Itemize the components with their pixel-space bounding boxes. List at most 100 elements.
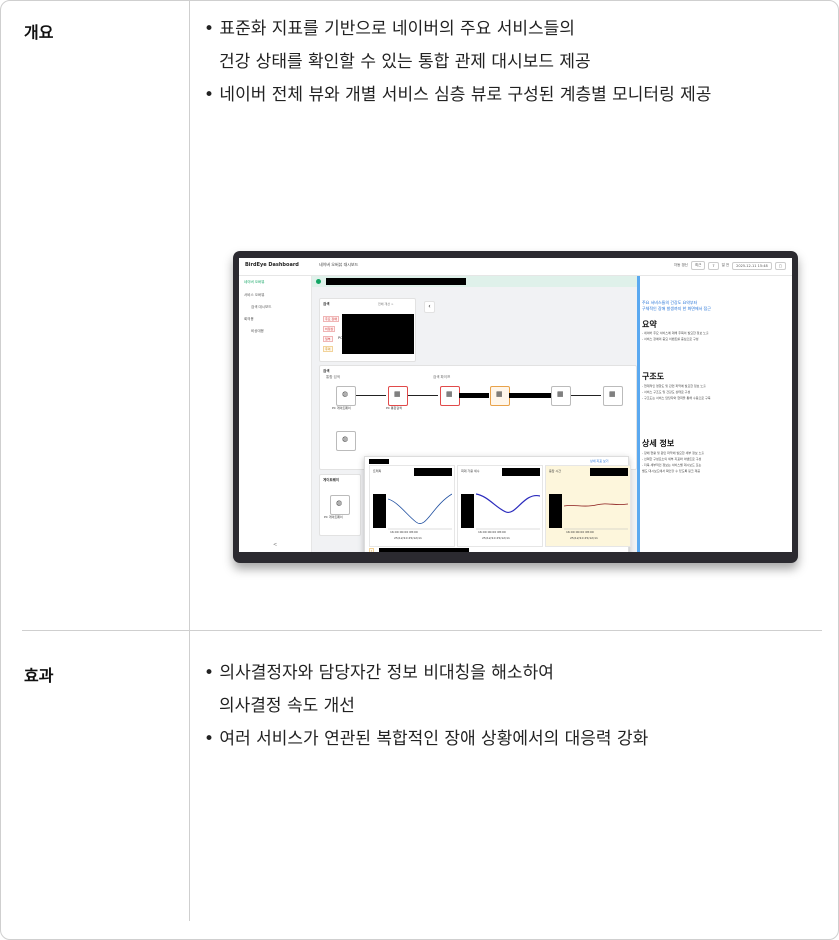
dashboard-screenshot: BirdEye Dashboard 네이버 오버뷰 대시보드 자동 갱신 최근 …	[233, 251, 798, 563]
row-divider	[22, 630, 822, 631]
back-arrow-icon: ‹	[424, 301, 435, 313]
search-card-title: 검색	[323, 302, 330, 306]
status-bar	[312, 276, 637, 287]
gateway-card-title: 게이트웨이	[323, 478, 340, 482]
tag-warning: 주의	[323, 346, 333, 352]
dashboard-screen: BirdEye Dashboard 네이버 오버뷰 대시보드 자동 갱신 최근 …	[239, 258, 792, 552]
flow-arrow	[408, 395, 438, 396]
globe-icon: ◍	[342, 390, 349, 398]
annotation-line: - 장애 현황 및 원인 파악에 필요한 세부 정보 노출	[642, 451, 705, 455]
popup-dates: 25/12/10 25/12/11	[482, 536, 510, 540]
redacted-block	[590, 468, 628, 476]
range-label: 최근	[690, 261, 706, 270]
annotation-line: - 구조도는 서비스 담당자와 협력을 통해 수동으로 구축	[642, 396, 711, 400]
sidebar-item-naver-overview: 네이버 오버뷰	[244, 280, 265, 284]
annotation-panel: 주요 서비스들의 건강도 요약부터 구체적인 장애 발생까지 한 화면에서 접근…	[637, 276, 792, 552]
range-value: 7	[708, 261, 719, 270]
tag-critical: 주요 장애	[323, 316, 339, 322]
effect-bullet-1-line-1: • 의사결정자와 담당자간 정보 비대칭을 해소하여	[204, 663, 554, 683]
node-pipeline-2: ▦	[490, 386, 510, 406]
grid-icon: ▦	[446, 390, 453, 398]
annotation-structure-title: 구조도	[642, 372, 665, 381]
redacted-block	[549, 494, 562, 528]
column-divider	[189, 0, 190, 921]
sidebar-item-search-dashboard: 검색 대시보드	[251, 305, 272, 309]
sidebar-item-emergency: 비상대응	[251, 329, 264, 333]
node-pc-search-label: PC 통합검색	[386, 406, 402, 410]
dashboard-topbar: BirdEye Dashboard 네이버 오버뷰 대시보드 자동 갱신 최근 …	[239, 258, 792, 276]
auto-refresh-toggle: 자동 갱신	[673, 263, 688, 267]
flow-arrow	[356, 395, 386, 396]
redacted-block	[373, 494, 386, 528]
node-pipeline-3: ▦	[551, 386, 571, 406]
overview-bullets: • 표준화 지표를 기반으로 네이버의 주요 서비스들의 건강 상태를 확인할 …	[204, 13, 711, 112]
annotation-detail-title: 상세 정보	[642, 439, 675, 448]
traffic-sparkline	[388, 493, 452, 530]
flow-subtitle: 통합 검색	[326, 375, 340, 379]
overview-bullet-2: • 네이버 전체 뷰와 개별 서비스 심층 뷰로 구성된 계층별 모니터링 제공	[204, 85, 712, 105]
popup-card-title: 트래픽	[373, 469, 382, 473]
popup-dates: 25/12/10 25/12/11	[394, 536, 422, 540]
annotation-line: - 네이버 주요 서비스에 대해 주목이 필요한 정보 노출	[642, 331, 709, 335]
overview-label: 개요	[24, 23, 54, 42]
effect-bullet-2: • 여러 서비스가 연관된 복합적인 장애 상황에서의 대응력 강화	[204, 729, 649, 749]
calendar-icon: ▢	[774, 261, 786, 270]
search-flow-card: 검색 통합 검색 검색 파이프 ◍ PC 게이트웨이 ▦ PC 통합검색 ▦ ▦…	[319, 365, 637, 470]
tag-partial: 일부	[323, 336, 333, 342]
flow-arrow	[571, 395, 601, 396]
popup-card-title: 최대 가용 세수	[461, 469, 480, 473]
popup-link: 상세 지표 보기	[590, 459, 609, 463]
redacted-block	[379, 548, 469, 552]
annotation-line: - 서비스 장애의 중요 이벤트를 중심으로 구성	[642, 337, 699, 341]
grid-icon: ▦	[609, 390, 616, 398]
popup-card-capacity: 최대 가용 세수 16:00 00:00 08:00 25/12/10 25/1…	[457, 465, 543, 547]
detail-popup: 상세 지표 보기 트래픽 16:00 00:00 08:00 25/12/10 …	[364, 456, 631, 552]
popup-times: 16:00 00:00 08:00	[478, 530, 506, 534]
redacted-block	[342, 314, 414, 354]
search-summary-card: 검색 전체 개선 > 주요 장애 비정상 일부 주의 PC	[319, 298, 416, 362]
range-unit: 일 전	[721, 263, 730, 267]
node-mobile-gateway: ◍	[336, 431, 356, 451]
annotation-intro-2: 구체적인 장애 발생까지 한 화면에서 접근	[642, 306, 711, 311]
redacted-block	[459, 393, 489, 398]
effect-label: 효과	[24, 666, 54, 685]
popup-dates: 25/12/10 25/12/11	[570, 536, 598, 540]
annotation-bar	[637, 276, 640, 552]
annotation-summary-title: 요약	[642, 320, 657, 329]
search-card-link: 전체 개선 >	[378, 302, 394, 306]
redacted-block	[369, 459, 389, 464]
popup-times: 16:00 00:00 08:00	[566, 530, 594, 534]
node-pc-gateway-label: PC 게이트웨이	[332, 406, 351, 410]
annotation-line: - 더욱 세부적인 정보는 서비스별 대시보드 또는	[642, 463, 702, 467]
flow-title: 검색	[323, 369, 330, 373]
annotation-line: 별도 대시보드에서 확인할 수 있도록 링크 제공	[642, 469, 701, 473]
redacted-block	[509, 393, 551, 398]
popup-status-tag: !	[369, 548, 375, 552]
grid-icon: ▦	[496, 390, 503, 398]
redacted-block	[461, 494, 474, 528]
grid-icon: ▦	[394, 390, 401, 398]
capacity-sparkline	[476, 493, 540, 530]
redacted-block	[502, 468, 540, 476]
node-pipeline-4: ▦	[603, 386, 623, 406]
status-dot	[316, 279, 321, 284]
sidebar-item-meeting: 회의용	[244, 317, 254, 321]
redacted-block	[326, 278, 466, 285]
overview-bullet-1-line-2: 건강 상태를 확인할 수 있는 통합 관제 대시보드 제공	[219, 52, 591, 72]
dashboard-sidebar: 네이버 오버뷰 서비스 오버뷰 검색 대시보드 회의용 비상대응 <	[239, 276, 312, 552]
effect-bullet-1-line-2: 의사결정 속도 개선	[219, 696, 355, 716]
grid-icon: ▦	[557, 390, 564, 398]
popup-card-traffic: 트래픽 16:00 00:00 08:00 25/12/10 25/12/11	[369, 465, 455, 547]
annotation-line: - 서비스 구조도 및 건강도 상태로 구성	[642, 390, 691, 394]
overview-bullet-1-line-1: • 표준화 지표를 기반으로 네이버의 주요 서비스들의	[204, 19, 575, 39]
flow-subtitle-2: 검색 파이프	[433, 375, 451, 379]
node-pipeline-1: ▦	[440, 386, 460, 406]
annotation-line: - 선택한 구성요소의 세부 지표와 이벤트로 구성	[642, 457, 702, 461]
response-sparkline	[564, 503, 628, 530]
gateway-card-sub: PC 게이트웨이	[324, 515, 343, 519]
popup-card-response-time: 응답 시간 16:00 00:00 08:00 25/12/10 25/12/1…	[545, 465, 631, 547]
annotation-line: - 현재적인 영향도 및 관련 파악에 필요한 정보 노출	[642, 384, 706, 388]
datetime-picker: 2025-12-11 15:48	[732, 261, 772, 270]
popup-card-title: 응답 시간	[549, 469, 561, 473]
gateway-card: 게이트웨이 ◍ PC 게이트웨이	[319, 474, 361, 536]
